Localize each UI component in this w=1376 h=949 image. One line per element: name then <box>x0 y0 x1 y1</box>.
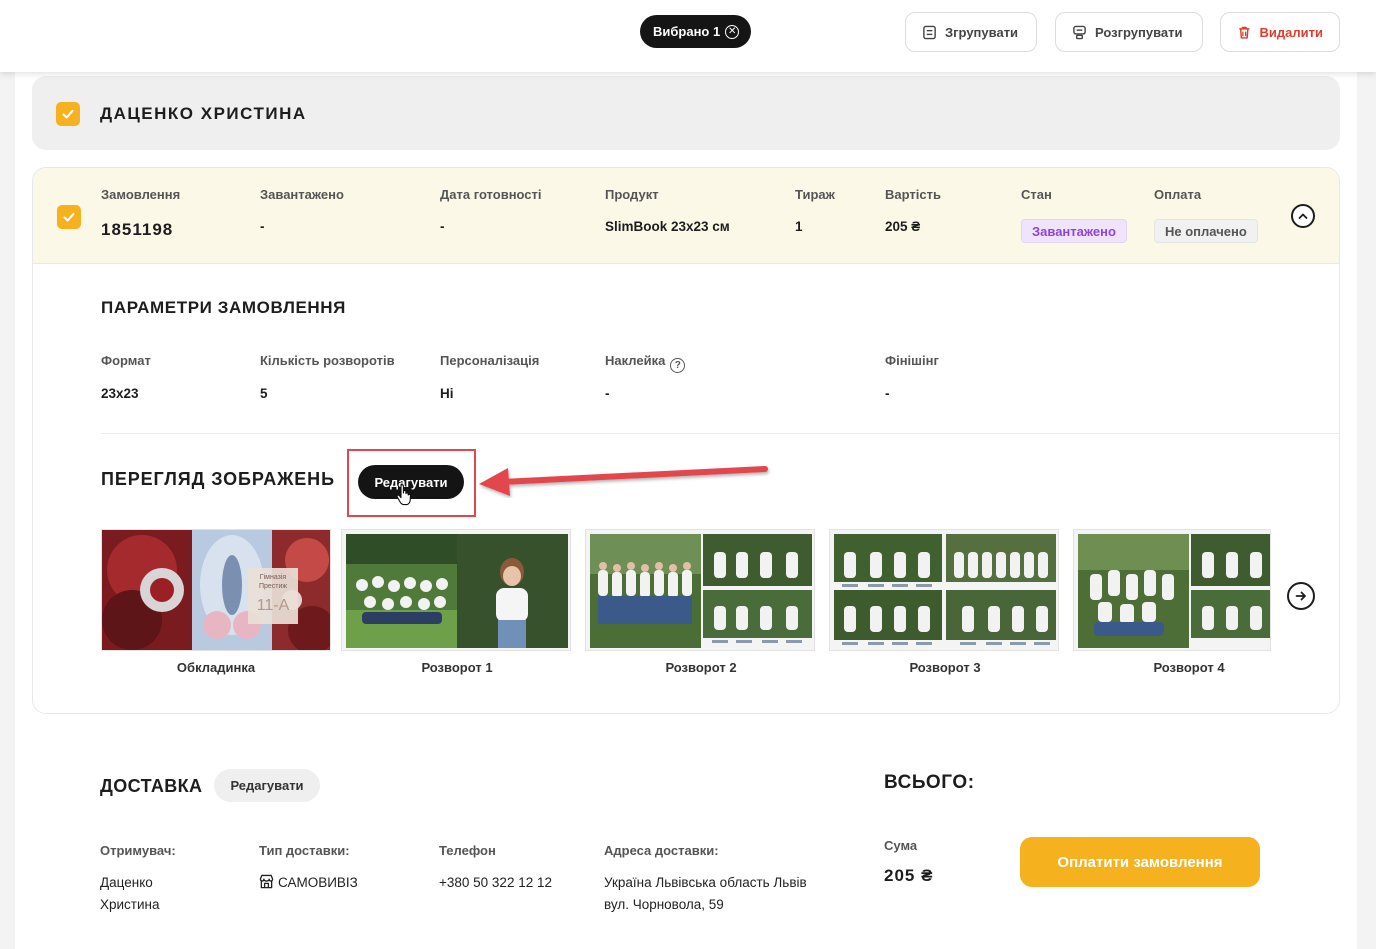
order-summary-row[interactable] <box>33 168 1339 264</box>
top-toolbar: Вибрано 1 ✕ Згрупувати Розгрупувати Вида… <box>0 0 1376 72</box>
payment-label: Оплата <box>1154 187 1202 202</box>
chevron-up-icon <box>1298 213 1308 219</box>
thumbnail-caption: Розворот 4 <box>1153 660 1225 675</box>
total-title: ВСЬОГО: <box>884 772 975 793</box>
uploaded-label: Завантажено <box>260 187 344 202</box>
help-icon[interactable]: ? <box>670 358 686 373</box>
collapse-order-button[interactable] <box>1291 204 1315 228</box>
thumbnail-caption: Розворот 2 <box>665 660 737 675</box>
annotation-arrow-icon <box>479 466 768 496</box>
delivery-title: ДОСТАВКА <box>100 776 203 796</box>
ungroup-icon <box>1073 25 1086 39</box>
order-params-title: ПАРАМЕТРИ ЗАМОВЛЕННЯ <box>101 298 346 317</box>
sum-value: 205 ₴ <box>884 866 934 885</box>
recipient-line2: Христина <box>100 897 160 912</box>
recipient-line1: Даценко <box>100 875 153 890</box>
payment-badge: Не оплачено <box>1154 219 1258 243</box>
image-preview-title: ПЕРЕГЛЯД ЗОБРАЖЕНЬ <box>101 469 335 489</box>
status-label: Стан <box>1021 187 1052 202</box>
spread-photo <box>342 530 570 650</box>
spread-thumbnail-1[interactable] <box>341 529 571 651</box>
ungroup-button-label: Розгрупувати <box>1095 24 1183 40</box>
delivery-type-group: САМОВИВІЗ <box>259 874 358 890</box>
ready-date-label: Дата готовності <box>440 187 542 202</box>
annotation-highlight-box <box>347 449 476 517</box>
delivery-type-value: САМОВИВІЗ <box>278 875 358 890</box>
cover-text-line1: Гімназія <box>260 573 287 581</box>
divider <box>101 433 1339 434</box>
checkmark-icon <box>63 212 75 222</box>
address-line2: вул. Чорновола, 59 <box>604 897 724 912</box>
product-label: Продукт <box>605 187 659 202</box>
run-label: Тираж <box>795 187 835 202</box>
spread-photo <box>830 530 1058 650</box>
delete-button-label: Видалити <box>1259 24 1323 40</box>
order-number-label: Замовлення <box>101 187 181 202</box>
divider <box>101 263 1339 264</box>
address-label: Адреса доставки: <box>604 843 719 858</box>
order-number-value: 1851198 <box>101 220 174 239</box>
price-label: Вартість <box>885 187 941 202</box>
format-label: Формат <box>101 353 151 368</box>
delivery-type-label: Тип доставки: <box>259 843 350 858</box>
recipient-label: Отримувач: <box>100 843 176 858</box>
selected-count-pill[interactable]: Вибрано 1 ✕ <box>640 15 752 48</box>
sum-label: Сума <box>884 838 918 853</box>
sticker-value: - <box>605 386 610 401</box>
thumbnail-caption: Розворот 1 <box>421 660 493 675</box>
ready-date-value: - <box>440 219 445 234</box>
spread-photo <box>586 530 814 650</box>
selected-count-label: Вибрано 1 <box>653 24 721 39</box>
ungroup-button[interactable]: Розгрупувати <box>1055 12 1203 52</box>
arrow-right-icon <box>1295 591 1306 601</box>
run-value: 1 <box>795 219 803 234</box>
finishing-label: Фінішінг <box>885 353 939 368</box>
thumbnail-caption: Обкладинка <box>176 660 256 675</box>
customer-group-name: ДАЦЕНКО ХРИСТИНА <box>100 104 307 123</box>
personalization-value: Hi <box>440 386 454 401</box>
sticker-label-group: Наклейка? <box>605 353 686 373</box>
personalization-label: Персоналізація <box>440 353 540 368</box>
edit-delivery-button[interactable]: Редагувати <box>214 769 320 802</box>
group-icon <box>923 25 936 39</box>
spreads-count-label: Кількість розворотів <box>260 353 395 368</box>
cover-thumbnail[interactable]: Гімназія Престиж 11-А <box>101 529 331 651</box>
cover-text-line3: 11-А <box>257 597 290 614</box>
spread-thumbnail-2[interactable] <box>585 529 815 651</box>
group-checkbox[interactable] <box>56 102 80 126</box>
group-button[interactable]: Згрупувати <box>905 12 1037 52</box>
clear-selection-icon[interactable]: ✕ <box>725 24 740 39</box>
phone-value: +380 50 322 12 12 <box>439 875 552 890</box>
finishing-value: - <box>885 386 890 401</box>
thumbnail-caption: Розворот 3 <box>909 660 981 675</box>
group-button-label: Згрупувати <box>945 24 1019 40</box>
phone-label: Телефон <box>439 843 496 858</box>
cover-text-line2: Престиж <box>259 583 287 590</box>
product-value: SlimBook 23x23 см <box>605 219 730 234</box>
spreads-count-value: 5 <box>260 386 268 401</box>
pay-order-button[interactable]: Оплатити замовлення <box>1020 837 1260 887</box>
delete-button[interactable]: Видалити <box>1220 12 1340 52</box>
order-checkbox[interactable] <box>57 205 81 229</box>
status-badge: Завантажено <box>1021 219 1127 243</box>
checkmark-icon <box>62 109 74 119</box>
spread-thumbnail-4[interactable] <box>1073 529 1271 651</box>
format-value: 23x23 <box>101 386 139 401</box>
sticker-label: Наклейка <box>605 353 666 368</box>
address-line1: Україна Львівська область Львів <box>604 875 807 890</box>
store-icon <box>259 874 274 889</box>
spread-photo <box>1074 530 1270 650</box>
next-thumbnails-button[interactable] <box>1287 582 1315 610</box>
spread-thumbnail-3[interactable] <box>829 529 1059 651</box>
uploaded-value: - <box>260 219 265 234</box>
cover-image: Гімназія Престиж 11-А <box>102 530 330 650</box>
trash-icon <box>1239 26 1250 39</box>
hand-cursor-icon <box>396 484 411 506</box>
price-value: 205 ₴ <box>885 219 921 234</box>
